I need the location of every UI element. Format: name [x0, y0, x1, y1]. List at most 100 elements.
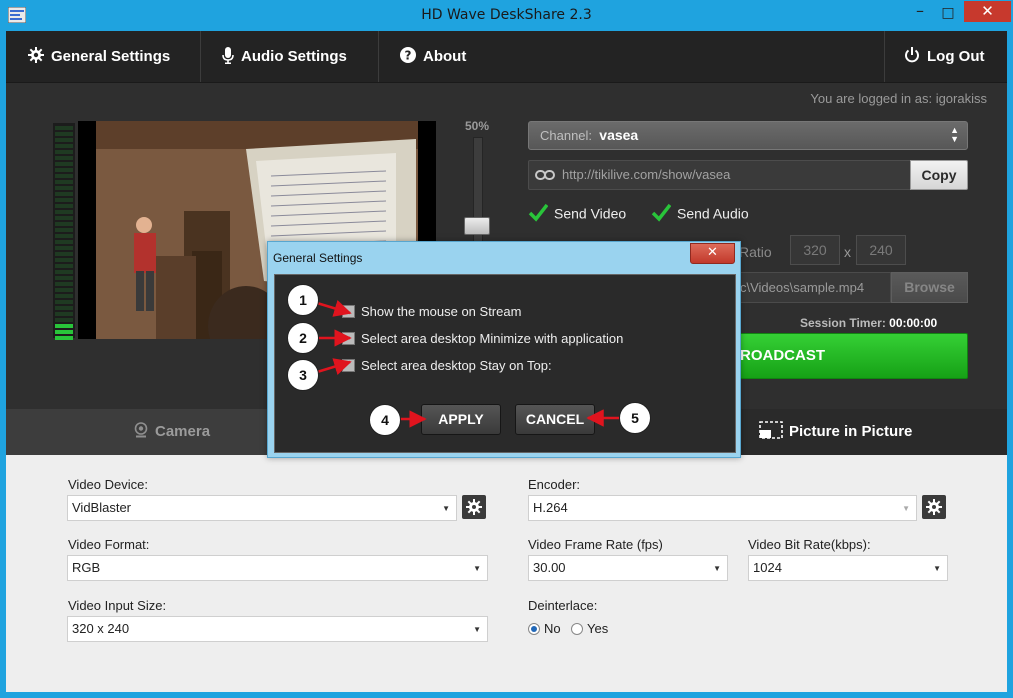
callout-2: 2: [287, 322, 319, 354]
share-url-field[interactable]: http://tikilive.com/show/vasea: [528, 160, 911, 190]
channel-value: vasea: [599, 127, 639, 143]
general-settings-dialog: General Settings ✕ Show the mouse on Str…: [267, 241, 741, 458]
link-icon: [535, 170, 555, 180]
video-input-size-value: 320 x 240: [72, 621, 130, 636]
bit-rate-label: Video Bit Rate(kbps):: [748, 537, 871, 552]
vu-meter-segment: [55, 306, 73, 310]
tab-picture-in-picture-content: Picture in Picture: [759, 409, 912, 455]
vu-meter-segment: [55, 270, 73, 274]
video-format-select[interactable]: RGB ▼: [67, 555, 488, 581]
zoom-slider-handle[interactable]: [464, 217, 490, 235]
broadcast-button[interactable]: ROADCAST: [739, 333, 968, 379]
tab-picture-in-picture-label: Picture in Picture: [789, 423, 913, 440]
dialog-close-button[interactable]: ✕: [690, 243, 735, 264]
camera-settings-panel: Video Device: VidBlaster ▼ Video Format:…: [6, 455, 1007, 692]
stay-on-top-option[interactable]: Select area desktop Stay on Top:: [342, 358, 552, 373]
callout-3: 3: [287, 359, 319, 391]
chevron-down-icon: ▼: [473, 564, 481, 573]
ratio-label: Ratio: [739, 244, 772, 260]
microphone-icon: [222, 46, 234, 64]
copy-button[interactable]: Copy: [910, 160, 968, 190]
send-audio-label: Send Audio: [677, 205, 749, 222]
up-down-arrows-icon: ▲ ▼: [950, 125, 959, 144]
menu-audio-settings[interactable]: Audio Settings: [222, 31, 347, 82]
callout-5: 5: [619, 402, 651, 434]
vu-meter-segment: [55, 198, 73, 202]
logged-in-status: You are logged in as: igorakiss: [810, 91, 987, 106]
menu-log-out-label: Log Out: [927, 48, 985, 65]
video-device-label: Video Device:: [68, 477, 148, 492]
apply-button[interactable]: APPLY: [421, 404, 501, 435]
vu-meter-segment: [55, 336, 73, 340]
encoder-select[interactable]: H.264 ▼: [528, 495, 917, 521]
encoder-settings-button[interactable]: [922, 495, 946, 519]
window-title: HD Wave DeskShare 2.3: [421, 7, 592, 23]
vu-meter-segment: [55, 186, 73, 190]
vu-meter-segment: [55, 138, 73, 142]
menu-divider: [200, 31, 201, 82]
encoder-label: Encoder:: [528, 477, 581, 492]
svg-text:?: ?: [405, 49, 412, 63]
minimize-button[interactable]: –: [906, 2, 934, 24]
audio-level-meter: [53, 123, 75, 340]
width-field[interactable]: 320: [790, 235, 840, 265]
deinterlace-label: Deinterlace:: [528, 598, 598, 613]
chevron-down-icon: ▼: [442, 504, 450, 513]
stay-on-top-label: Select area desktop Stay on Top:: [361, 358, 552, 373]
session-timer-value: 00:00:00: [889, 316, 938, 330]
height-field[interactable]: 240: [856, 235, 906, 265]
video-device-settings-button[interactable]: [462, 495, 486, 519]
encoder-value: H.264: [533, 500, 568, 515]
ratio-times: x: [844, 244, 851, 260]
minimize-with-app-label: Select area desktop Minimize with applic…: [361, 331, 624, 346]
frame-rate-value: 30.00: [533, 560, 566, 575]
power-icon: [905, 47, 919, 63]
callout-4: 4: [369, 404, 401, 436]
deinterlace-yes-radio[interactable]: Yes: [571, 621, 608, 636]
menu-about-label: About: [423, 48, 467, 65]
send-audio-checkbox[interactable]: Send Audio: [651, 203, 749, 225]
deinterlace-no-radio[interactable]: No: [528, 621, 561, 636]
tab-picture-in-picture[interactable]: Picture in Picture: [739, 409, 1007, 455]
vu-meter-segment: [55, 228, 73, 232]
chevron-down-icon: ▼: [713, 564, 721, 573]
chevron-down-icon: ▼: [933, 564, 941, 573]
file-path-field[interactable]: c\Videos\sample.mp4: [739, 272, 891, 303]
session-timer: Session Timer: 00:00:00: [800, 316, 937, 330]
video-input-size-label: Video Input Size:: [68, 598, 167, 613]
broadcast-button-label: ROADCAST: [740, 347, 825, 364]
send-video-checkbox[interactable]: Send Video: [528, 203, 627, 225]
vu-meter-segment: [55, 234, 73, 238]
maximize-button[interactable]: □: [934, 2, 962, 24]
cancel-button[interactable]: CANCEL: [515, 404, 595, 435]
minimize-with-app-option[interactable]: Select area desktop Minimize with applic…: [342, 331, 623, 346]
help-icon: ?: [400, 47, 416, 64]
vu-meter-segment: [55, 162, 73, 166]
vu-meter-segment: [55, 282, 73, 286]
vu-meter-segment: [55, 126, 73, 130]
video-device-select[interactable]: VidBlaster ▼: [67, 495, 457, 521]
menu-about[interactable]: ? About: [400, 31, 466, 82]
callout-1: 1: [287, 284, 319, 316]
frame-rate-select[interactable]: 30.00 ▼: [528, 555, 728, 581]
browse-button[interactable]: Browse: [891, 272, 968, 303]
vu-meter-segment: [55, 264, 73, 268]
video-input-size-select[interactable]: 320 x 240 ▼: [67, 616, 488, 642]
menu-general-settings-label: General Settings: [51, 48, 171, 65]
bit-rate-select[interactable]: 1024 ▼: [748, 555, 948, 581]
vu-meter-segment: [55, 258, 73, 262]
deinterlace-yes-label: Yes: [587, 621, 609, 636]
close-button[interactable]: ✕: [964, 1, 1011, 22]
gear-icon: [466, 499, 482, 515]
vu-meter-segment: [55, 324, 73, 328]
vu-meter-segment: [55, 150, 73, 154]
vu-meter-segment: [55, 288, 73, 292]
menu-general-settings[interactable]: General Settings: [28, 31, 170, 82]
send-video-label: Send Video: [554, 205, 627, 222]
menu-log-out[interactable]: Log Out: [904, 31, 984, 82]
vu-meter-segment: [55, 276, 73, 280]
video-format-value: RGB: [72, 560, 101, 575]
channel-select[interactable]: Channel: vasea ▲ ▼: [528, 121, 968, 150]
vu-meter-segment: [55, 240, 73, 244]
show-mouse-option[interactable]: Show the mouse on Stream: [342, 304, 521, 319]
